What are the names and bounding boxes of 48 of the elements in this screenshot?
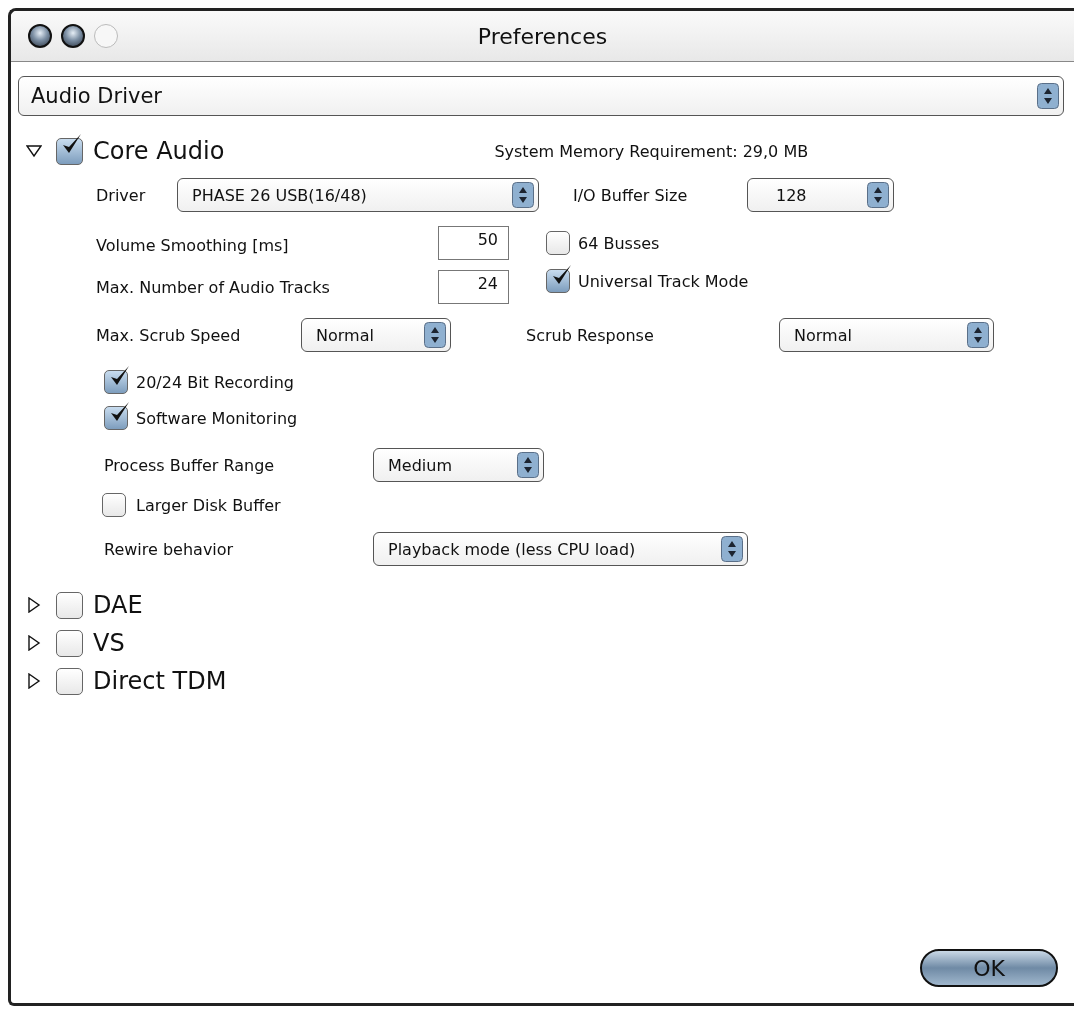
disclosure-triangle-icon[interactable] [26,673,42,689]
setting-label: Volume Smoothing [ms] [96,235,290,255]
checkbox-label: Larger Disk Buffer [136,495,281,515]
scrub-speed-popup[interactable]: Normal [301,318,451,352]
stepper-icon [867,182,889,208]
driver-popup[interactable]: PHASE 26 USB(16/48) [177,178,539,212]
stepper-icon [721,536,743,562]
checkbox[interactable] [56,137,83,165]
number-field[interactable]: 50 [438,226,509,260]
stepper-icon [1037,83,1059,109]
checkbox-label: Universal Track Mode [578,271,749,291]
stepper-icon [967,322,989,348]
setting-label: I/O Buffer Size [573,185,689,205]
section-label: Direct TDM [93,667,227,695]
checkbox[interactable] [546,231,570,255]
section-label: DAE [93,591,143,619]
section-label: VS [93,629,125,657]
setting-label: Rewire behavior [104,539,235,559]
buffer-range-popup[interactable]: Medium [373,448,544,482]
scrub-response-popup[interactable]: Normal [779,318,994,352]
window-title: Preferences [477,23,608,49]
checkbox[interactable] [56,667,83,695]
checkbox-label: 64 Busses [578,233,660,253]
rewire-popup[interactable]: Playback mode (less CPU load) [373,532,748,566]
memory-requirement: System Memory Requirement: 29,0 MB [494,141,809,161]
section-label: Core Audio [93,137,225,165]
checkbox[interactable] [102,493,126,517]
disclosure-triangle-icon[interactable] [26,143,42,159]
setting-label: Scrub Response [526,325,655,345]
checkbox-label: Software Monitoring [136,408,298,428]
stepper-icon [517,452,539,478]
window-button[interactable] [61,24,85,48]
setting-label: Process Buffer Range [104,455,276,475]
window-button[interactable] [28,24,52,48]
setting-label: Max. Scrub Speed [96,325,242,345]
setting-label: Driver [96,185,147,205]
checkbox[interactable] [56,629,83,657]
disclosure-triangle-icon[interactable] [26,635,42,651]
checkbox[interactable] [56,591,83,619]
stepper-icon [512,182,534,208]
ok-button[interactable]: OK [920,949,1058,987]
setting-label: Max. Number of Audio Tracks [96,277,331,297]
buffer-size-popup[interactable]: 128 [747,178,894,212]
category-popup[interactable]: Audio Driver [18,76,1064,116]
stepper-icon [424,322,446,348]
number-field[interactable]: 24 [438,270,509,304]
disclosure-triangle-icon[interactable] [26,597,42,613]
checkbox-label: 20/24 Bit Recording [136,372,294,392]
